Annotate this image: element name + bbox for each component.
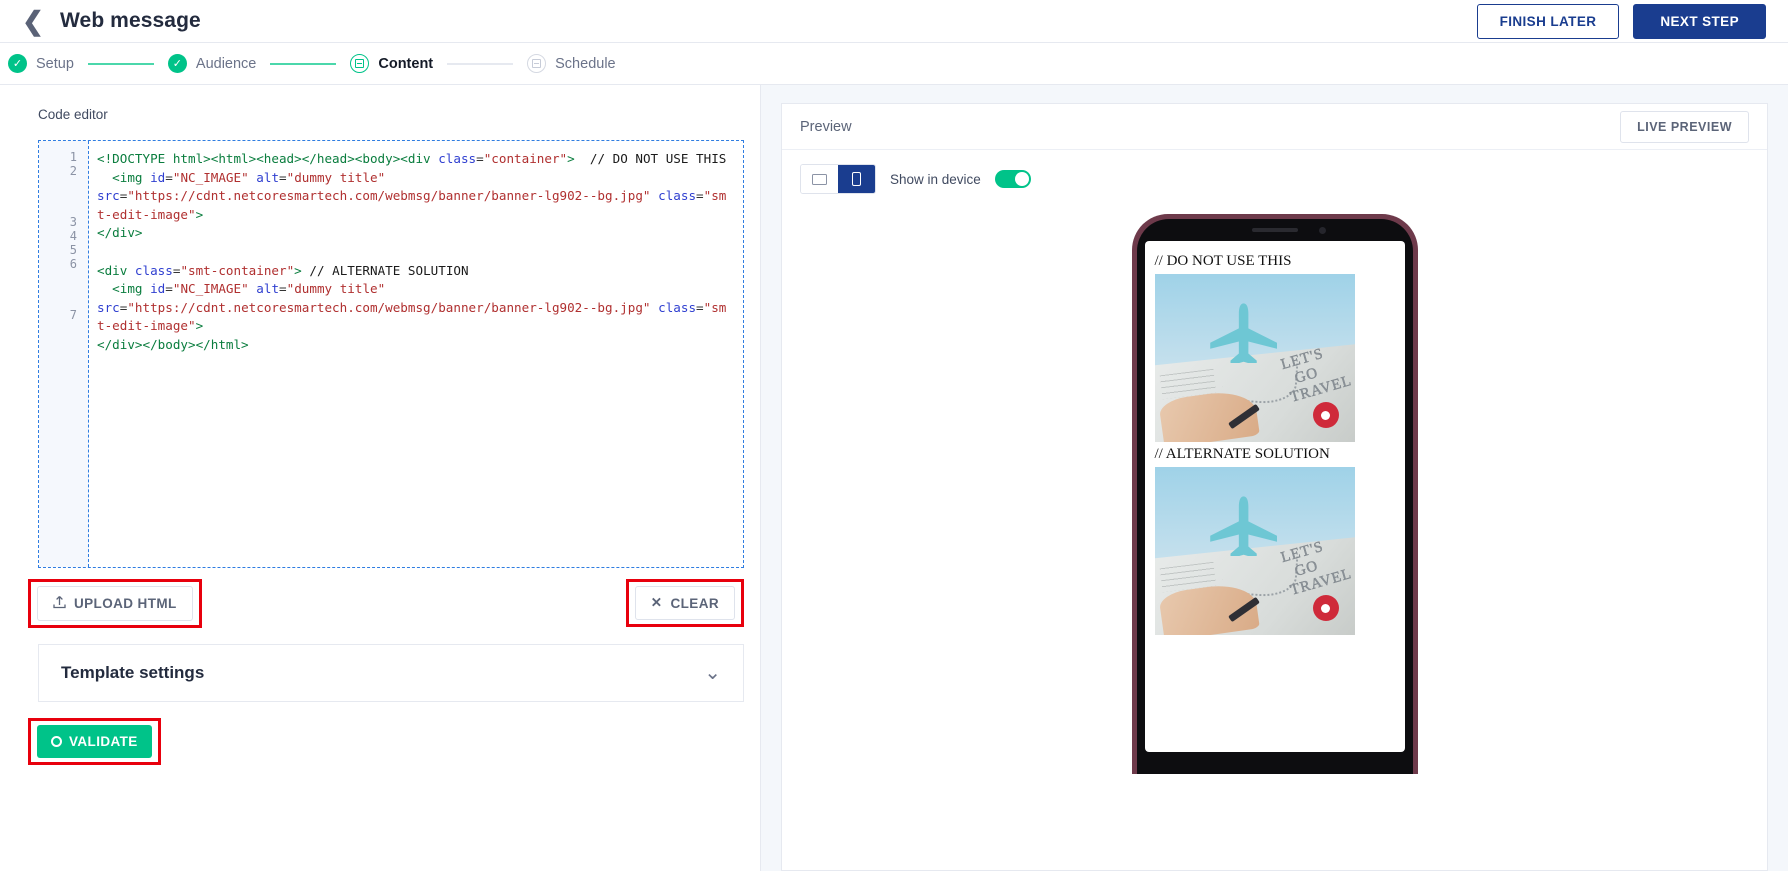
next-step-button[interactable]: NEXT STEP	[1633, 3, 1766, 39]
line-number: 7	[69, 308, 77, 323]
check-icon: ✓	[167, 54, 187, 73]
step-connector-3	[447, 62, 514, 65]
check-icon: ✓	[8, 54, 27, 73]
code-line-5: <div class="smt-container"> // ALTERNATE…	[97, 262, 469, 278]
finish-later-button[interactable]: FINISH LATER	[1476, 3, 1620, 39]
step-label-audience: Audience	[195, 55, 257, 72]
line-number: 2	[69, 164, 77, 178]
line-number: 3	[69, 215, 77, 230]
step-connector-2	[270, 62, 337, 65]
schedule-icon	[527, 54, 547, 73]
show-in-device-label: Show in device	[890, 171, 981, 187]
eye-icon	[51, 736, 62, 747]
preview-header: Preview LIVE PREVIEW	[782, 104, 1767, 150]
phone-screen: // DO NOT USE THIS LET'S GO TRAVEL // AL…	[1144, 241, 1405, 752]
clear-label: CLEAR	[670, 595, 719, 611]
clear-button[interactable]: ✕ CLEAR	[634, 586, 735, 620]
step-content[interactable]: Content	[350, 54, 433, 73]
line-number-gutter: 1 2 3 4 5 6 7	[39, 141, 89, 567]
device-toggle-row: Show in device	[782, 150, 1767, 200]
line-number: 5	[69, 243, 77, 258]
code-editor-pane: Code editor 1 2 3 4 5 6 7 <!DOCTYPE html…	[0, 85, 761, 871]
preview-banner-2: LET'S GO TRAVEL	[1154, 467, 1355, 635]
step-audience[interactable]: ✓ Audience	[167, 54, 257, 73]
validate-row: VALIDATE	[28, 718, 760, 765]
preview-card: Preview LIVE PREVIEW Show in device // D…	[781, 103, 1768, 871]
template-settings-title: Template settings	[61, 663, 205, 682]
top-bar-actions: FINISH LATER NEXT STEP	[1476, 3, 1766, 39]
content-icon	[350, 54, 370, 73]
airplane-icon	[1209, 496, 1277, 556]
top-bar: ❮ Web message FINISH LATER NEXT STEP	[0, 0, 1788, 42]
step-schedule[interactable]: Schedule	[527, 54, 616, 73]
airplane-icon	[1209, 303, 1277, 363]
validate-label: VALIDATE	[69, 734, 138, 749]
preview-title: Preview	[800, 118, 852, 135]
preview-comment-2: // ALTERNATE SOLUTION	[1154, 446, 1330, 462]
code-line-3: </div>	[97, 225, 143, 241]
device-segmented-control[interactable]	[800, 164, 876, 194]
body: Code editor 1 2 3 4 5 6 7 <!DOCTYPE html…	[0, 85, 1788, 871]
line-number: 1	[69, 150, 77, 164]
close-icon: ✕	[650, 595, 663, 610]
chevron-down-icon[interactable]: ⌄	[704, 663, 721, 683]
location-pin-icon	[1312, 595, 1339, 621]
page-title: Web message	[60, 9, 201, 32]
code-line-2: <img id="NC_IMAGE" alt="dummy title" src…	[97, 169, 727, 222]
clear-highlight: ✕ CLEAR	[625, 579, 744, 627]
step-label-setup: Setup	[36, 55, 74, 72]
code-editor-label: Code editor	[38, 107, 108, 122]
phone-bezel: // DO NOT USE THIS LET'S GO TRAVEL // AL…	[1136, 219, 1413, 774]
upload-html-highlight: UPLOAD HTML	[28, 578, 202, 628]
preview-banner-1: LET'S GO TRAVEL	[1154, 274, 1355, 442]
upload-icon	[53, 595, 66, 612]
validate-button[interactable]: VALIDATE	[37, 725, 152, 758]
phone-frame: // DO NOT USE THIS LET'S GO TRAVEL // AL…	[1131, 214, 1418, 774]
code-line-7: </div></body></html>	[97, 336, 249, 352]
stepper: ✓ Setup ✓ Audience Content Schedule	[0, 42, 1788, 85]
step-label-content: Content	[378, 55, 434, 72]
upload-html-button[interactable]: UPLOAD HTML	[37, 585, 193, 621]
phone-preview-area: // DO NOT USE THIS LET'S GO TRAVEL // AL…	[782, 200, 1767, 774]
step-connector-1	[87, 62, 154, 65]
line-number: 4	[69, 229, 77, 244]
preview-pane: Preview LIVE PREVIEW Show in device // D…	[761, 85, 1788, 871]
camera-icon	[1318, 227, 1326, 234]
step-setup[interactable]: ✓ Setup	[8, 54, 74, 73]
speaker-grill	[1251, 228, 1298, 232]
editor-action-row: UPLOAD HTML ✕ CLEAR	[28, 578, 744, 628]
location-pin-icon	[1312, 402, 1339, 428]
chevron-left-icon[interactable]: ❮	[22, 8, 44, 34]
show-in-device-toggle[interactable]	[994, 170, 1031, 188]
code-line-6: <img id="NC_IMAGE" alt="dummy title" src…	[97, 281, 727, 334]
template-settings-panel[interactable]: Template settings ⌄	[38, 644, 744, 702]
mobile-icon[interactable]	[838, 165, 875, 193]
upload-html-label: UPLOAD HTML	[74, 595, 177, 611]
preview-comment-1: // DO NOT USE THIS	[1154, 253, 1292, 269]
step-label-schedule: Schedule	[555, 55, 616, 72]
desktop-icon[interactable]	[801, 165, 838, 193]
code-line-1: <!DOCTYPE html><html><head></head><body>…	[97, 151, 727, 166]
live-preview-button[interactable]: LIVE PREVIEW	[1620, 110, 1749, 143]
code-text-area[interactable]: <!DOCTYPE html><html><head></head><body>…	[89, 141, 743, 567]
line-number: 6	[69, 257, 77, 272]
validate-highlight: VALIDATE	[28, 718, 161, 765]
code-editor[interactable]: 1 2 3 4 5 6 7 <!DOCTYPE html><html><head…	[38, 140, 744, 568]
